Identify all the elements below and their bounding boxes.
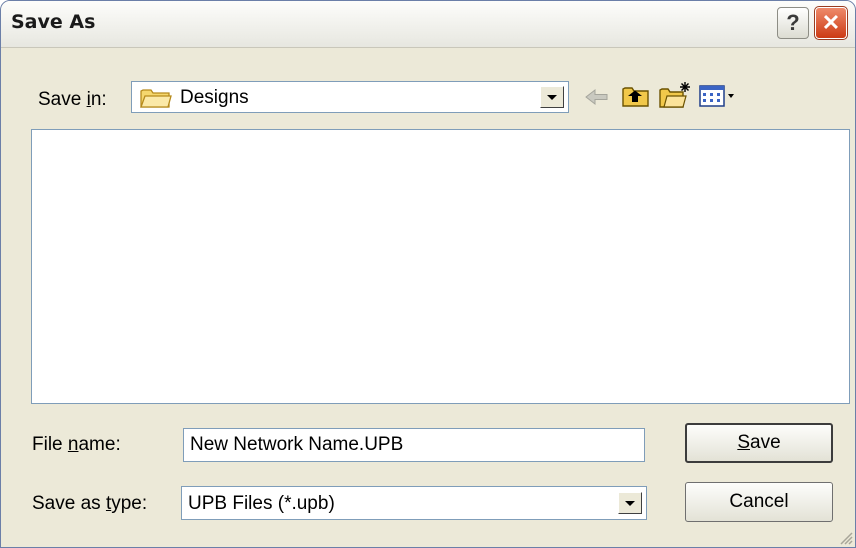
file-name-label: File name: <box>32 434 121 456</box>
file-name-label-prefix: File <box>32 434 68 455</box>
save-as-type-value: UPB Files (*.upb) <box>188 493 335 514</box>
up-one-level-icon[interactable] <box>621 83 651 109</box>
file-name-label-accel: n <box>67 434 79 455</box>
help-button[interactable]: ? <box>777 7 809 39</box>
file-name-label-suffix: ame: <box>78 434 121 455</box>
title-bar[interactable]: Save As ? ✕ <box>1 1 855 48</box>
file-list[interactable] <box>31 129 850 404</box>
close-button[interactable]: ✕ <box>814 6 848 40</box>
save-in-label-suffix: n: <box>90 89 107 110</box>
back-arrow-icon[interactable] <box>583 85 611 109</box>
save-as-type-label: Save as type: <box>32 493 147 515</box>
save-in-dropdown-arrow[interactable] <box>540 86 564 108</box>
resize-grip-icon[interactable] <box>839 531 853 545</box>
save-in-dropdown[interactable]: Designs <box>131 81 569 113</box>
create-new-folder-icon[interactable] <box>658 80 692 110</box>
save-as-type-label-prefix: Save as <box>32 493 106 514</box>
view-menu-icon[interactable] <box>698 84 738 108</box>
dialog-title: Save As <box>11 11 96 33</box>
save-as-dialog: Save As ? ✕ Save in: Designs File name: … <box>0 0 856 548</box>
file-name-input[interactable] <box>183 428 645 462</box>
save-as-type-dropdown-arrow[interactable] <box>618 492 642 514</box>
save-button-label: ave <box>750 432 781 453</box>
save-in-label-prefix: Save <box>38 89 87 110</box>
save-in-label: Save in: <box>38 89 107 111</box>
save-button[interactable]: Save <box>685 423 833 463</box>
save-as-type-label-suffix: ype: <box>111 493 148 514</box>
save-button-accel: S <box>737 432 751 453</box>
cancel-button[interactable]: Cancel <box>685 482 833 522</box>
folder-icon <box>140 89 172 108</box>
save-in-value: Designs <box>180 87 249 108</box>
save-as-type-dropdown[interactable]: UPB Files (*.upb) <box>181 486 647 520</box>
